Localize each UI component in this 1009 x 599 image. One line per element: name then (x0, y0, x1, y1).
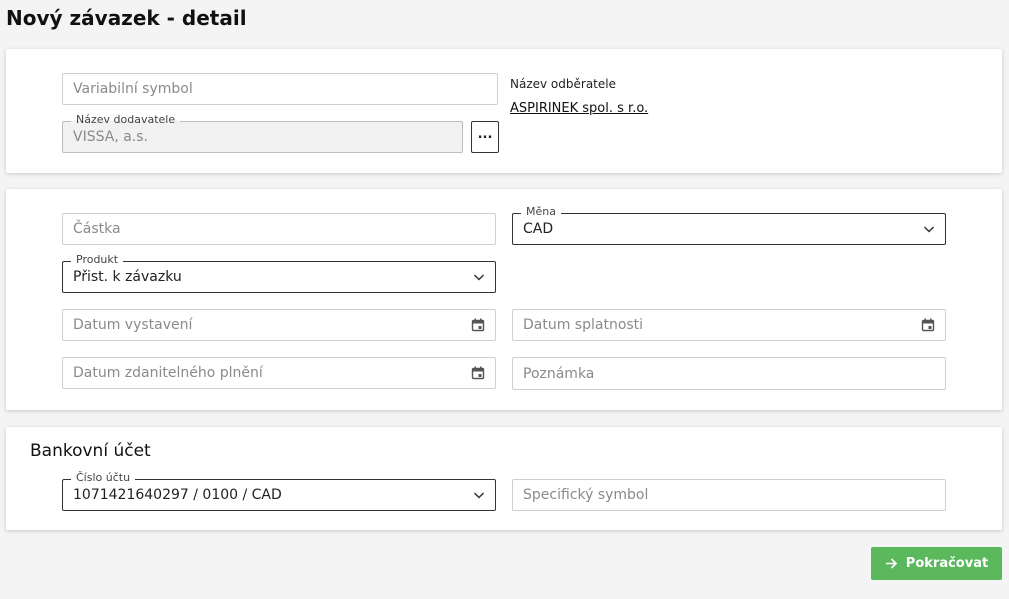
customer-name-label: Název odběratele (510, 77, 616, 91)
chevron-down-icon (473, 492, 485, 499)
taxable-date-input[interactable]: Datum zdanitelného plnění (62, 357, 496, 389)
arrow-right-icon (885, 558, 897, 569)
product-value: Přist. k závazku (73, 269, 182, 285)
page-title: Nový závazek - detail (6, 6, 247, 30)
bank-section-title: Bankovní účet (30, 441, 151, 461)
due-date-input[interactable]: Datum splatnosti (512, 309, 946, 341)
supplier-card (6, 49, 1002, 173)
account-number-label: Číslo účtu (71, 471, 136, 485)
note-placeholder: Poznámka (523, 366, 595, 382)
issue-date-input[interactable]: Datum vystavení (62, 309, 496, 341)
specific-symbol-input[interactable]: Specifický symbol (512, 479, 946, 511)
supplier-name-value: VISSA, a.s. (73, 129, 148, 145)
chevron-down-icon (473, 274, 485, 281)
continue-button[interactable]: Pokračovat (871, 547, 1002, 580)
continue-button-label: Pokračovat (905, 556, 989, 571)
chevron-down-icon (923, 226, 935, 233)
supplier-name-label: Název dodavatele (71, 113, 181, 127)
variable-symbol-input[interactable]: Variabilní symbol (62, 73, 498, 105)
supplier-name-field: Název dodavatele VISSA, a.s. (62, 113, 463, 153)
product-select[interactable]: Produkt Přist. k závazku (62, 253, 496, 293)
variable-symbol-placeholder: Variabilní symbol (73, 81, 193, 97)
calendar-icon[interactable] (471, 318, 485, 332)
calendar-icon[interactable] (921, 318, 935, 332)
currency-select[interactable]: Měna CAD (512, 205, 946, 245)
product-label: Produkt (71, 253, 124, 267)
note-input[interactable]: Poznámka (512, 357, 946, 390)
currency-label: Měna (521, 205, 561, 219)
calendar-icon[interactable] (471, 366, 485, 380)
due-date-placeholder: Datum splatnosti (523, 317, 644, 333)
taxable-date-placeholder: Datum zdanitelného plnění (73, 365, 263, 381)
amount-input[interactable]: Částka (62, 213, 496, 245)
account-number-value: 1071421640297 / 0100 / CAD (73, 487, 282, 503)
account-number-select[interactable]: Číslo účtu 1071421640297 / 0100 / CAD (62, 471, 496, 511)
amount-placeholder: Částka (73, 221, 121, 237)
issue-date-placeholder: Datum vystavení (73, 317, 193, 333)
currency-value: CAD (523, 221, 554, 237)
customer-name-link[interactable]: ASPIRINEK spol. s r.o. (510, 101, 648, 116)
specific-symbol-placeholder: Specifický symbol (523, 487, 649, 503)
browse-supplier-button[interactable]: ... (471, 121, 499, 153)
